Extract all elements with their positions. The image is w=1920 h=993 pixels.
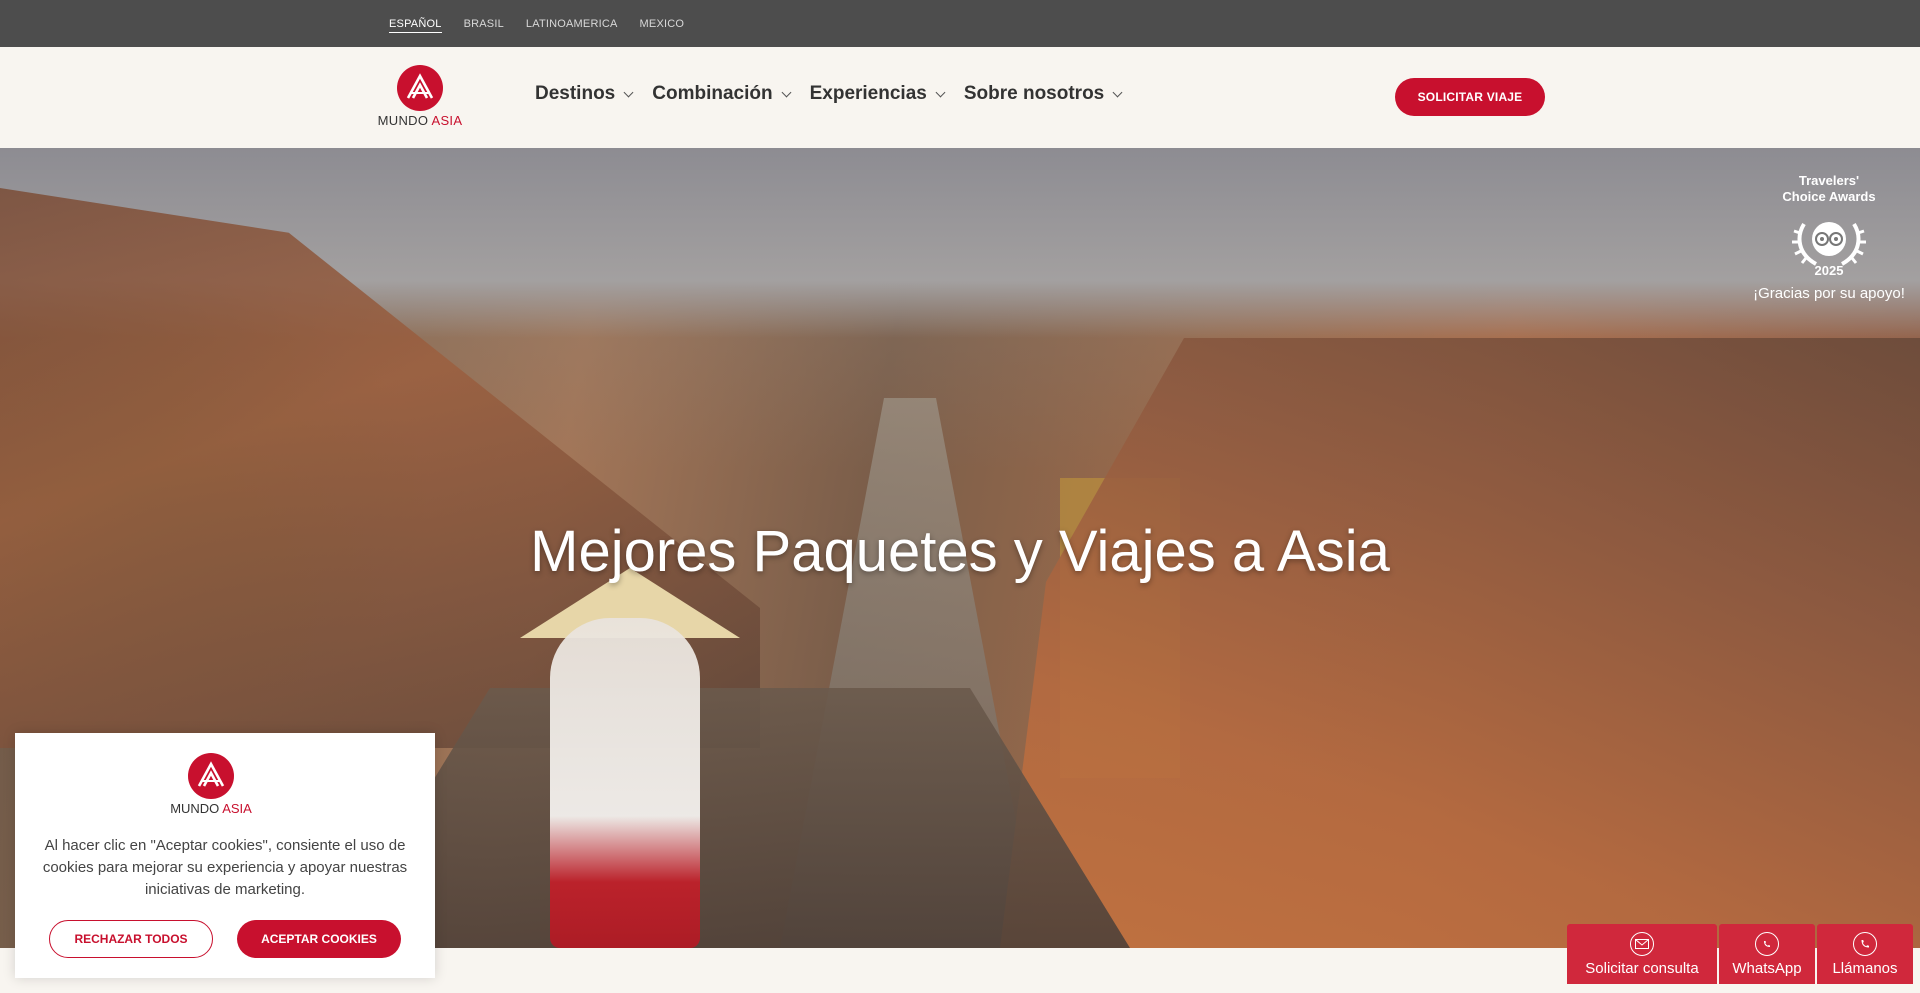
lang-latinoamerica[interactable]: LATINOAMERICA xyxy=(526,18,618,33)
logo-mark-icon xyxy=(188,753,234,799)
award-title: Travelers' Choice Awards xyxy=(1748,173,1910,205)
site-header: MUNDO ASIA Destinos Combinación Experien… xyxy=(0,47,1920,148)
cookie-consent-dialog: MUNDO ASIA Al hacer clic en "Aceptar coo… xyxy=(15,733,435,978)
main-nav: Destinos Combinación Experiencias Sobre … xyxy=(535,83,1123,105)
cookie-logo-word-main: MUNDO xyxy=(170,801,223,816)
lang-brasil[interactable]: BRASIL xyxy=(464,18,504,33)
hero-woman-ao-dai xyxy=(550,618,700,948)
chevron-down-icon xyxy=(623,87,634,97)
award-thanks: ¡Gracias por su apoyo! xyxy=(1753,285,1905,302)
nav-experiencias[interactable]: Experiencias xyxy=(809,83,946,105)
travelers-choice-award: Travelers' Choice Awards 2025 ¡Gracias p… xyxy=(1748,173,1910,302)
logo-mark-icon xyxy=(397,65,443,111)
llamanos-label: Llámanos xyxy=(1832,959,1898,977)
phone-icon xyxy=(1853,931,1877,956)
nav-sobre-nosotros[interactable]: Sobre nosotros xyxy=(963,83,1123,105)
mundo-asia-logo[interactable]: MUNDO ASIA xyxy=(373,65,467,131)
hero-title: Mejores Paquetes y Viajes a Asia xyxy=(530,519,1390,584)
award-year: 2025 xyxy=(1814,263,1844,278)
logo-word-accent: ASIA xyxy=(431,113,463,128)
solicitar-viaje-button[interactable]: SOLICITAR VIAJE xyxy=(1395,78,1545,116)
cookie-logo-wordmark: MUNDO ASIA xyxy=(164,801,258,816)
award-title-line2: Choice Awards xyxy=(1782,189,1876,204)
reject-cookies-button[interactable]: RECHAZAR TODOS xyxy=(49,920,213,958)
whatsapp-button[interactable]: WhatsApp xyxy=(1719,924,1815,984)
nav-combinacion-label: Combinación xyxy=(652,83,773,104)
nav-destinos-label: Destinos xyxy=(535,83,616,104)
language-bar: ESPAÑOL BRASIL LATINOAMERICA MEXICO xyxy=(0,0,1920,47)
solicitar-consulta-label: Solicitar consulta xyxy=(1585,959,1699,977)
lang-espanol[interactable]: ESPAÑOL xyxy=(389,18,442,33)
whatsapp-icon xyxy=(1755,931,1779,956)
chevron-down-icon xyxy=(935,87,946,97)
nav-combinacion[interactable]: Combinación xyxy=(652,83,792,105)
solicitar-consulta-button[interactable]: Solicitar consulta xyxy=(1567,924,1717,984)
accept-cookies-button[interactable]: ACEPTAR COOKIES xyxy=(237,920,401,958)
nav-experiencias-label: Experiencias xyxy=(809,83,927,104)
tripadvisor-laurel-icon: 2025 xyxy=(1784,209,1874,279)
lang-mexico[interactable]: MEXICO xyxy=(640,18,685,33)
mail-icon xyxy=(1630,931,1654,956)
logo-wordmark: MUNDO ASIA xyxy=(373,113,467,128)
logo-word-main: MUNDO xyxy=(377,113,432,128)
llamanos-button[interactable]: Llámanos xyxy=(1817,924,1913,984)
award-title-line1: Travelers' xyxy=(1798,173,1860,188)
whatsapp-label: WhatsApp xyxy=(1732,959,1802,977)
floating-contact-bar: Solicitar consulta WhatsApp Llámanos xyxy=(1567,924,1913,984)
chevron-down-icon xyxy=(1112,87,1123,97)
cookie-logo-word-accent: ASIA xyxy=(222,801,252,816)
cookie-logo: MUNDO ASIA xyxy=(164,753,258,819)
language-list: ESPAÑOL BRASIL LATINOAMERICA MEXICO xyxy=(389,18,684,33)
nav-destinos[interactable]: Destinos xyxy=(535,83,634,105)
hero-roof-right xyxy=(1000,338,1920,948)
cookie-text: Al hacer clic en "Aceptar cookies", cons… xyxy=(42,837,408,898)
nav-sobre-nosotros-label: Sobre nosotros xyxy=(963,83,1105,104)
chevron-down-icon xyxy=(781,87,792,97)
